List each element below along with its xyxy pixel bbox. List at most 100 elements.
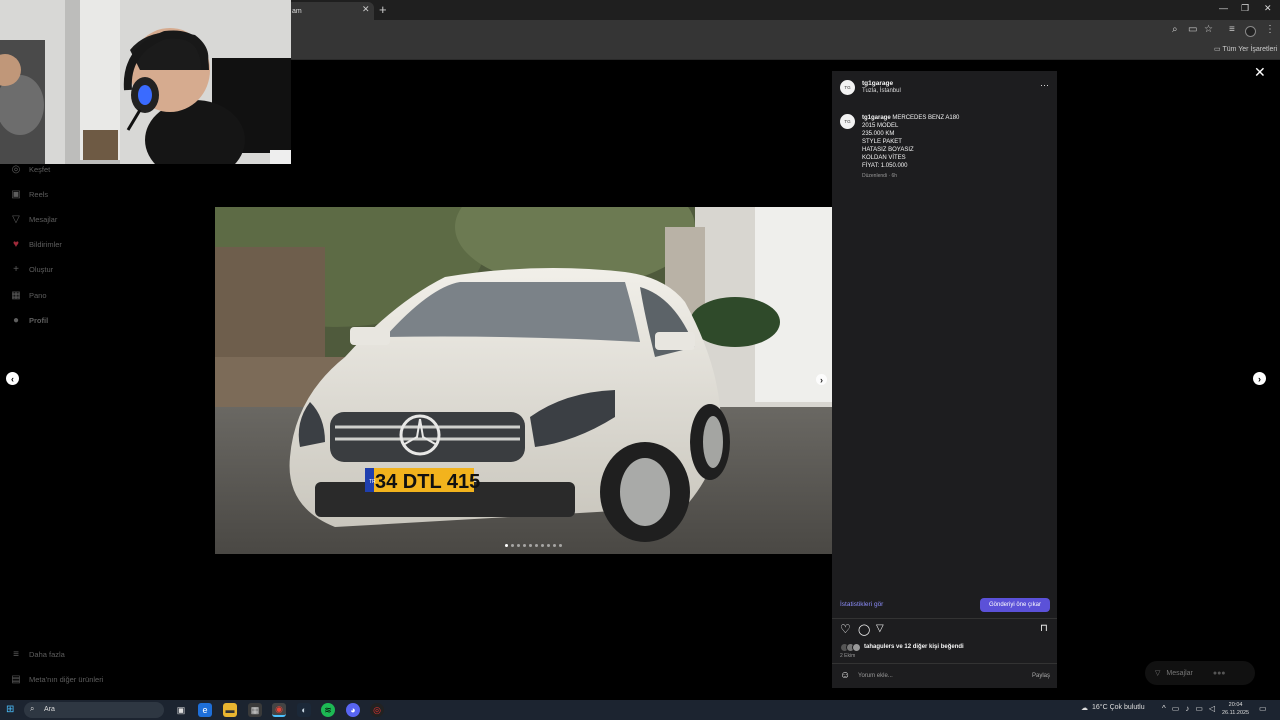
send-icon: ▽: [1155, 670, 1161, 677]
sidebar-item-label: Mesajlar: [29, 215, 58, 224]
clock[interactable]: 20:04 26.11.2025: [1222, 701, 1249, 717]
notification-icon[interactable]: ▭: [1259, 704, 1267, 713]
chrome-app-icon[interactable]: ◉: [272, 703, 286, 717]
weather-widget[interactable]: ☁ 16°C Çok bulutlu: [1081, 704, 1145, 712]
obs-app-icon[interactable]: ◎: [370, 703, 384, 717]
car-photo-image: TR 34 DTL 415: [215, 207, 832, 554]
new-tab-button[interactable]: +: [379, 2, 387, 17]
cast-icon[interactable]: ▭: [1188, 24, 1197, 35]
caption-line: MERCEDES BENZ A180: [892, 115, 960, 121]
sidebar-item-oluştur[interactable]: + Oluştur: [11, 264, 53, 275]
like-icon[interactable]: ♡: [840, 622, 851, 636]
profile-avatar[interactable]: [1245, 26, 1256, 37]
chevron-right-icon: ›: [1258, 373, 1261, 384]
sidebar-item-label: Oluştur: [29, 265, 54, 274]
avatar-icon: ●: [12, 315, 20, 326]
clock-time: 20:04: [1228, 702, 1243, 708]
taskbar-search-input[interactable]: Ara: [24, 702, 164, 718]
window-restore-button[interactable]: ❐: [1241, 3, 1249, 14]
save-bookmark-icon[interactable]: ⊓: [1040, 623, 1048, 634]
caption-text: MERCEDES BENZ A180 2015 MODEL 235.000 KM ST…: [862, 115, 959, 169]
carousel-dots: [505, 544, 562, 547]
next-image-button[interactable]: ›: [816, 374, 827, 385]
steam-app-icon[interactable]: ◐: [297, 703, 311, 717]
caption-username[interactable]: tg1garage: [862, 115, 891, 121]
heart-icon: ♥: [13, 239, 19, 250]
zoom-icon[interactable]: ⌕: [1172, 24, 1178, 35]
tab-close-icon[interactable]: ✕: [362, 4, 370, 15]
sidebar-item-label: Reels: [29, 190, 49, 199]
emoji-icon[interactable]: ☺: [840, 670, 850, 681]
sidebar-item-profil[interactable]: ● Profil: [11, 315, 48, 326]
hamburger-icon: ≡: [13, 649, 19, 660]
messages-pill[interactable]: ▽ Mesajlar ●●●: [1145, 661, 1255, 685]
discord-app-icon[interactable]: ◕: [346, 703, 360, 717]
sidebar-item-bildirimler[interactable]: ♥ Bildirimler: [11, 239, 62, 250]
network-icon: ▭: [1195, 704, 1203, 713]
caption-line: 2015 MODEL: [862, 123, 899, 129]
sidebar-item-pano[interactable]: ▦ Pano: [11, 290, 47, 301]
dashboard-icon: ▦: [11, 290, 21, 301]
window-minimize-button[interactable]: —: [1219, 3, 1228, 13]
clock-date: 26.11.2025: [1222, 710, 1250, 716]
edge-app-icon[interactable]: e: [198, 703, 212, 717]
carousel-dot: [535, 544, 538, 547]
next-post-button[interactable]: ›: [1253, 372, 1266, 385]
caption-line: STYLE PAKET: [862, 139, 902, 145]
more-options-icon[interactable]: ···: [1040, 80, 1049, 90]
plus-icon: +: [13, 264, 19, 275]
sidebar-item-mesajlar[interactable]: ▽ Mesajlar: [11, 214, 57, 225]
store-app-icon[interactable]: ▦: [248, 703, 262, 717]
comment-input[interactable]: Yorum ekle...: [858, 673, 893, 679]
window-close-button[interactable]: ✕: [1264, 3, 1272, 14]
carousel-dot: [511, 544, 514, 547]
caption-block: tg1garage MERCEDES BENZ A180 2015 MODEL 23…: [862, 114, 1047, 170]
extensions-icon[interactable]: ≡: [1229, 24, 1235, 35]
sidebar-meta-products[interactable]: ▤ Meta'nın diğer ürünleri: [11, 674, 103, 685]
likes-summary[interactable]: tahagulers ve 12 diğer kişi beğendi: [864, 644, 964, 650]
caption-avatar[interactable]: TG: [840, 114, 855, 129]
post-location[interactable]: Tuzla, İstanbul: [862, 88, 901, 94]
sidebar-item-keşfet[interactable]: ◎ Keşfet: [11, 164, 51, 175]
sidebar-more[interactable]: ≡ Daha fazla: [11, 649, 65, 660]
caption-line: HATASIZ BOYASIZ: [862, 147, 914, 153]
file-explorer-icon[interactable]: ▬: [223, 703, 237, 717]
post-date: 2 Ekim: [840, 653, 856, 659]
webcam-image: [0, 0, 291, 164]
comment-icon[interactable]: ◯: [858, 623, 870, 636]
messages-pill-label: Mesajlar: [1166, 669, 1193, 677]
system-tray[interactable]: ^ ▭ ♪ ▭ ◁: [1162, 704, 1215, 713]
carousel-dot: [523, 544, 526, 547]
caption-line: FİYAT: 1.050.000: [862, 163, 908, 169]
post-photo[interactable]: TR 34 DTL 415: [215, 207, 832, 554]
windows-start-icon[interactable]: ⊞: [6, 704, 14, 715]
bookmark-star-icon[interactable]: ☆: [1204, 24, 1213, 35]
search-icon: ⌕: [30, 704, 35, 713]
spotify-app-icon[interactable]: ≋: [321, 703, 335, 717]
sidebar-item-reels[interactable]: ▣ Reels: [11, 189, 48, 200]
boost-post-button[interactable]: Gönderiyi öne çıkar: [980, 598, 1050, 612]
sidebar-item-label: Keşfet: [29, 165, 51, 174]
sidebar-item-label: Bildirimler: [29, 240, 62, 249]
close-icon[interactable]: ✕: [1254, 64, 1266, 81]
carousel-dot: [559, 544, 562, 547]
taskbar-search-label: Ara: [44, 706, 55, 713]
previous-post-button[interactable]: ‹: [6, 372, 19, 385]
license-plate: 34 DTL 415: [375, 471, 480, 493]
divider: [832, 663, 1057, 664]
volume-icon: ◁: [1208, 704, 1216, 713]
post-username[interactable]: tg1garage: [862, 80, 893, 87]
task-view-icon[interactable]: ▣: [174, 703, 188, 717]
carousel-dot: [553, 544, 556, 547]
all-bookmarks-link[interactable]: ▭ Tüm Yer İşaretleri: [1214, 45, 1277, 53]
caption-line: 235.000 KM: [862, 131, 895, 137]
caption-line: KOLDAN VİTES: [862, 155, 906, 161]
post-comment-button[interactable]: Paylaş: [1032, 673, 1050, 679]
insights-link[interactable]: İstatistikleri gör: [840, 601, 883, 608]
browser-tab-active[interactable]: am: [286, 2, 374, 20]
avatar[interactable]: TG: [840, 80, 855, 95]
browser-menu-icon[interactable]: ⋮: [1265, 24, 1275, 35]
edited-timestamp: Düzenlendi · 6h: [862, 173, 898, 179]
sidebar-item-label: Pano: [29, 291, 47, 300]
share-icon[interactable]: ▽: [876, 623, 884, 634]
